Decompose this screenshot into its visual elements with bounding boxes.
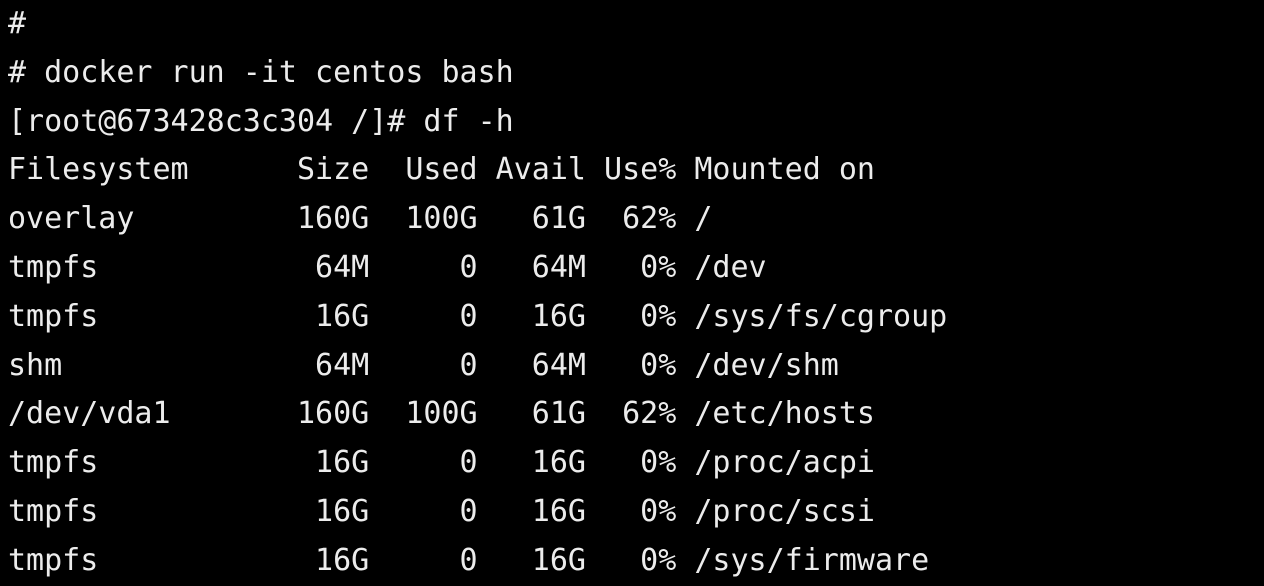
df-row: tmpfs 16G 0 16G 0% /proc/scsi	[8, 494, 875, 529]
df-row: tmpfs 16G 0 16G 0% /sys/firmware	[8, 543, 929, 578]
df-row: shm 64M 0 64M 0% /dev/shm	[8, 348, 839, 383]
prompt-container: [root@673428c3c304 /]# df -h	[8, 104, 514, 139]
df-row: /dev/vda1 160G 100G 61G 62% /etc/hosts	[8, 396, 875, 431]
df-row: tmpfs 16G 0 16G 0% /proc/acpi	[8, 445, 875, 480]
command-docker-run: # docker run -it centos bash	[8, 55, 514, 90]
df-row: tmpfs 16G 0 16G 0% /sys/fs/cgroup	[8, 299, 947, 334]
terminal[interactable]: # # docker run -it centos bash [root@673…	[0, 0, 1264, 586]
prompt-hash: #	[8, 6, 26, 41]
df-header: Filesystem Size Used Avail Use% Mounted …	[8, 152, 875, 187]
df-row: tmpfs 64M 0 64M 0% /dev	[8, 250, 767, 285]
df-row: overlay 160G 100G 61G 62% /	[8, 201, 712, 236]
